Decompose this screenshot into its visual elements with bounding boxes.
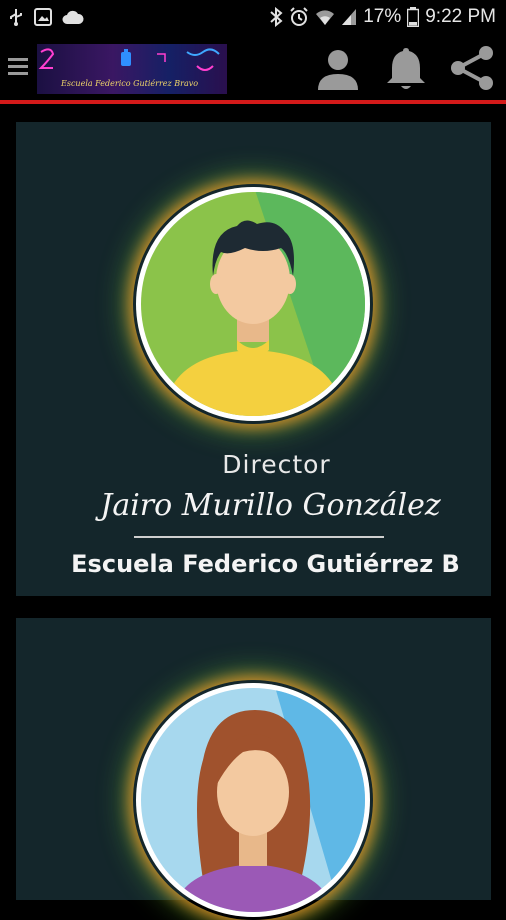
profile-icon[interactable] (314, 44, 362, 92)
notifications-icon[interactable] (382, 44, 430, 92)
name-divider (134, 536, 384, 538)
alarm-icon (290, 7, 308, 26)
female-avatar-illustration (136, 683, 370, 917)
signal-icon (342, 9, 357, 25)
battery-percent: 17% (363, 6, 402, 27)
app-bar: Escuela Federico Gutiérrez Bravo (0, 36, 506, 100)
usb-icon (10, 9, 22, 26)
school-banner-logo: Escuela Federico Gutiérrez Bravo (37, 44, 227, 94)
staff-card-director[interactable]: Director Jairo Murillo González Escuela … (16, 122, 491, 596)
male-avatar-illustration (136, 187, 370, 421)
role-title: Director (222, 450, 331, 479)
avatar (133, 680, 373, 920)
school-name: Escuela Federico Gutiérrez B (71, 550, 460, 578)
staff-card[interactable] (16, 618, 491, 917)
banner-text: Escuela Federico Gutiérrez Bravo (61, 79, 199, 88)
app-bar-divider (0, 100, 506, 104)
bluetooth-icon (270, 7, 283, 27)
wifi-icon (316, 10, 335, 25)
clock: 9:22 PM (425, 6, 496, 27)
person-name: Jairo Murillo González (100, 488, 441, 523)
share-icon[interactable] (448, 44, 496, 92)
battery-icon (407, 7, 420, 27)
cloud-icon (62, 10, 84, 24)
status-bar: 17% 9:22 PM (0, 0, 506, 36)
menu-icon[interactable] (8, 54, 30, 84)
avatar (133, 184, 373, 424)
image-icon (34, 8, 52, 26)
